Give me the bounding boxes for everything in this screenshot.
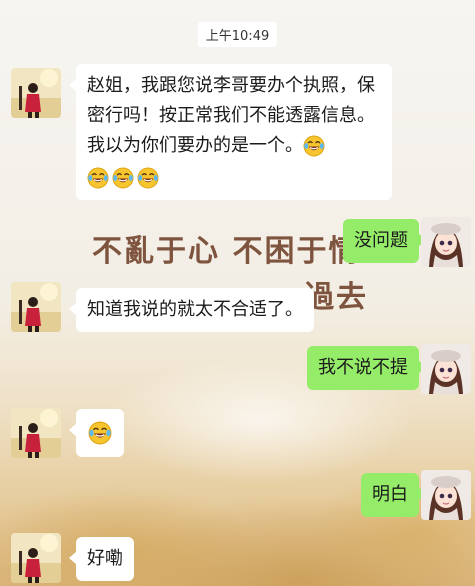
- message-text: 我不说不提: [318, 357, 408, 378]
- my-avatar[interactable]: [421, 217, 471, 267]
- wallpaper-flower-field: [0, 300, 475, 586]
- emoji-row: [87, 163, 381, 193]
- laugh-cry-emoji-icon: [88, 421, 112, 445]
- contact-avatar[interactable]: [11, 533, 61, 583]
- incoming-message-bubble[interactable]: 好嘞: [69, 537, 134, 581]
- outgoing-message-bubble[interactable]: 没问题: [343, 219, 426, 263]
- outgoing-message-bubble[interactable]: 我不说不提: [307, 346, 426, 390]
- incoming-message-bubble[interactable]: [69, 409, 124, 457]
- laugh-cry-emoji-icon: [112, 167, 134, 189]
- message-timestamp: 上午10:49: [0, 22, 475, 47]
- my-avatar[interactable]: [421, 470, 471, 520]
- contact-avatar[interactable]: [11, 68, 61, 118]
- message-text: 明白: [372, 484, 408, 505]
- laugh-cry-emoji-icon: [137, 167, 159, 189]
- laugh-cry-emoji-icon: [303, 135, 325, 157]
- message-text: 好嘞: [87, 548, 123, 569]
- timestamp-label: 上午10:49: [197, 22, 278, 47]
- incoming-message-bubble[interactable]: 知道我说的就太不合适了。: [69, 288, 314, 332]
- message-text: 赵姐，我跟您说李哥要办个执照，保密行吗！按正常我们不能透露信息。我以为你们要办的…: [87, 75, 375, 156]
- message-text: 没问题: [354, 230, 408, 251]
- incoming-message-bubble[interactable]: 赵姐，我跟您说李哥要办个执照，保密行吗！按正常我们不能透露信息。我以为你们要办的…: [69, 64, 392, 200]
- contact-avatar[interactable]: [11, 282, 61, 332]
- message-text: 知道我说的就太不合适了。: [87, 299, 303, 320]
- laugh-cry-emoji-icon: [87, 167, 109, 189]
- my-avatar[interactable]: [421, 344, 471, 394]
- contact-avatar[interactable]: [11, 408, 61, 458]
- outgoing-message-bubble[interactable]: 明白: [361, 473, 426, 517]
